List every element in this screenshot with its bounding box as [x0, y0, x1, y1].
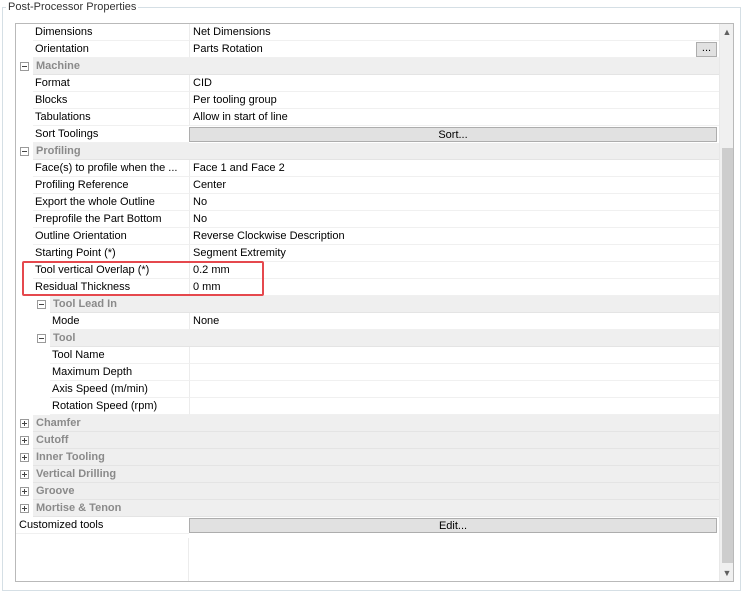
column-divider [188, 538, 189, 581]
property-row-faces[interactable]: Face(s) to profile when the ... Face 1 a… [16, 160, 719, 177]
category-groove[interactable]: Groove [16, 483, 719, 500]
vertical-scrollbar[interactable]: ▲ ▼ [719, 24, 733, 581]
property-name: Rotation Speed (rpm) [50, 398, 189, 415]
expand-icon[interactable] [20, 504, 29, 513]
property-value[interactable]: 0.2 mm [189, 262, 719, 279]
property-value[interactable]: Segment Extremity [189, 245, 719, 262]
category-profiling[interactable]: Profiling [16, 143, 719, 160]
property-value[interactable]: None [189, 313, 719, 330]
orientation-ellipsis-button[interactable]: ... [696, 42, 717, 57]
category-label: Vertical Drilling [33, 466, 719, 483]
property-value[interactable]: 0 mm [189, 279, 719, 296]
collapse-icon[interactable] [20, 147, 29, 156]
property-value[interactable]: Face 1 and Face 2 [189, 160, 719, 177]
property-row-customized-tools[interactable]: Customized tools Edit... [16, 517, 719, 534]
category-inner-tooling[interactable]: Inner Tooling [16, 449, 719, 466]
property-value[interactable]: Reverse Clockwise Description [189, 228, 719, 245]
category-label: Chamfer [33, 415, 719, 432]
property-value[interactable] [189, 398, 719, 415]
property-row-mode[interactable]: Mode None [16, 313, 719, 330]
property-row-tool-vertical-overlap[interactable]: Tool vertical Overlap (*) 0.2 mm [16, 262, 719, 279]
property-name: Format [33, 75, 189, 92]
property-row-maximum-depth[interactable]: Maximum Depth [16, 364, 719, 381]
property-value[interactable]: CID [189, 75, 719, 92]
property-value[interactable]: Net Dimensions [189, 24, 719, 41]
category-label: Inner Tooling [33, 449, 719, 466]
property-row-export-outline[interactable]: Export the whole Outline No [16, 194, 719, 211]
property-row-starting-point[interactable]: Starting Point (*) Segment Extremity [16, 245, 719, 262]
property-row-rotation-speed[interactable]: Rotation Speed (rpm) [16, 398, 719, 415]
property-value[interactable] [189, 381, 719, 398]
property-name: Residual Thickness [33, 279, 189, 296]
panel-title: Post-Processor Properties [6, 0, 139, 14]
collapse-icon[interactable] [37, 300, 46, 309]
sort-button[interactable]: Sort... [189, 127, 717, 142]
property-name: Tabulations [33, 109, 189, 126]
edit-button[interactable]: Edit... [189, 518, 717, 533]
category-label: Profiling [33, 143, 719, 160]
category-vertical-drilling[interactable]: Vertical Drilling [16, 466, 719, 483]
property-name: Dimensions [33, 24, 189, 41]
category-tool-lead-in[interactable]: Tool Lead In [16, 296, 719, 313]
scrollbar-thumb[interactable] [722, 148, 733, 563]
property-value[interactable]: Allow in start of line [189, 109, 719, 126]
property-value[interactable]: Parts Rotation [189, 41, 719, 58]
expand-icon[interactable] [20, 470, 29, 479]
property-row-tool-name[interactable]: Tool Name [16, 347, 719, 364]
category-label: Cutoff [33, 432, 719, 449]
category-cutoff[interactable]: Cutoff [16, 432, 719, 449]
property-row-tabulations[interactable]: Tabulations Allow in start of line [16, 109, 719, 126]
category-label: Machine [33, 58, 719, 75]
property-grid: Dimensions Net Dimensions Orientation Pa… [15, 23, 734, 582]
expand-icon[interactable] [20, 487, 29, 496]
expand-icon[interactable] [20, 453, 29, 462]
property-row-axis-speed[interactable]: Axis Speed (m/min) [16, 381, 719, 398]
category-label: Mortise & Tenon [33, 500, 719, 517]
property-name: Maximum Depth [50, 364, 189, 381]
expand-icon[interactable] [20, 436, 29, 445]
category-tool[interactable]: Tool [16, 330, 719, 347]
scroll-up-icon[interactable]: ▲ [720, 24, 733, 40]
property-name: Face(s) to profile when the ... [33, 160, 189, 177]
property-name: Mode [50, 313, 189, 330]
collapse-icon[interactable] [20, 62, 29, 71]
property-name: Tool vertical Overlap (*) [33, 262, 189, 279]
property-row-dimensions[interactable]: Dimensions Net Dimensions [16, 24, 719, 41]
expand-icon[interactable] [20, 419, 29, 428]
property-value[interactable]: No [189, 211, 719, 228]
property-value[interactable]: Per tooling group [189, 92, 719, 109]
collapse-icon[interactable] [37, 334, 46, 343]
property-name: Blocks [33, 92, 189, 109]
property-value[interactable] [189, 364, 719, 381]
category-mortise-tenon[interactable]: Mortise & Tenon [16, 500, 719, 517]
property-row-blocks[interactable]: Blocks Per tooling group [16, 92, 719, 109]
property-value[interactable]: No [189, 194, 719, 211]
category-chamfer[interactable]: Chamfer [16, 415, 719, 432]
property-name: Starting Point (*) [33, 245, 189, 262]
property-name: Sort Toolings [33, 126, 189, 143]
property-name: Tool Name [50, 347, 189, 364]
property-value[interactable]: Center [189, 177, 719, 194]
property-name: Preprofile the Part Bottom [33, 211, 189, 228]
property-row-profiling-reference[interactable]: Profiling Reference Center [16, 177, 719, 194]
property-name: Axis Speed (m/min) [50, 381, 189, 398]
property-name: Profiling Reference [33, 177, 189, 194]
property-name: Customized tools [16, 517, 189, 534]
category-machine[interactable]: Machine [16, 58, 719, 75]
property-name: Export the whole Outline [33, 194, 189, 211]
property-name: Outline Orientation [33, 228, 189, 245]
property-value[interactable] [189, 347, 719, 364]
property-row-outline-orientation[interactable]: Outline Orientation Reverse Clockwise De… [16, 228, 719, 245]
category-label: Groove [33, 483, 719, 500]
property-name: Orientation [33, 41, 189, 58]
property-row-orientation[interactable]: Orientation Parts Rotation ... [16, 41, 719, 58]
category-label: Tool [50, 330, 719, 347]
property-row-sort-toolings[interactable]: Sort Toolings Sort... [16, 126, 719, 143]
property-row-format[interactable]: Format CID [16, 75, 719, 92]
property-row-residual-thickness[interactable]: Residual Thickness 0 mm [16, 279, 719, 296]
category-label: Tool Lead In [50, 296, 719, 313]
scroll-down-icon[interactable]: ▼ [720, 565, 733, 581]
property-row-preprofile[interactable]: Preprofile the Part Bottom No [16, 211, 719, 228]
